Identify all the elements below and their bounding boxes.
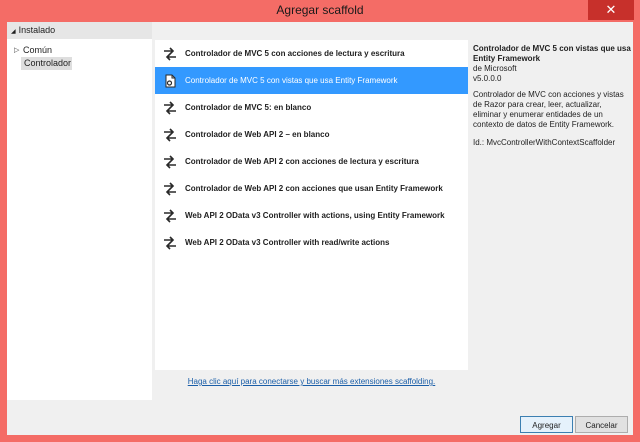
scaffold-list-item[interactable]: Controlador de Web API 2 con acciones qu…: [155, 175, 468, 202]
scaffold-list-item[interactable]: Controlador de MVC 5 con vistas que usa …: [155, 67, 468, 94]
tree-item-label: Controlador: [24, 58, 72, 68]
details-panel: Controlador de MVC 5 con vistas que usa …: [473, 44, 631, 148]
window-title: Agregar scaffold: [276, 3, 364, 17]
expand-arrow-icon[interactable]: ▷: [14, 44, 19, 57]
arrows-icon: [163, 181, 177, 196]
details-title: Controlador de MVC 5 con vistas que usa …: [473, 44, 631, 63]
arrows-icon: [163, 154, 177, 169]
tree-header[interactable]: ◢ Instalado: [7, 22, 152, 39]
arrows-icon: [163, 235, 177, 250]
scaffold-item-label: Controlador de Web API 2 con acciones de…: [185, 157, 419, 166]
tree-item-comun[interactable]: ▷ Común: [7, 44, 152, 57]
title-bar: Agregar scaffold ✕: [0, 0, 640, 22]
scaffold-item-label: Controlador de MVC 5 con acciones de lec…: [185, 49, 405, 58]
arrows-icon: [163, 46, 177, 61]
scaffold-item-label: Controlador de MVC 5 con vistas que usa …: [185, 76, 398, 85]
tree-item-label: Común: [23, 45, 53, 55]
arrows-icon: [163, 100, 177, 115]
scaffold-item-label: Controlador de Web API 2 – en blanco: [185, 130, 330, 139]
document-gear-icon: [163, 74, 177, 88]
scaffold-item-label: Controlador de Web API 2 con acciones qu…: [185, 184, 443, 193]
scaffold-list-item[interactable]: Web API 2 OData v3 Controller with read/…: [155, 229, 468, 256]
collapse-triangle-icon: ◢: [11, 29, 16, 35]
online-extensions-link[interactable]: Haga clic aquí para conectarse y buscar …: [155, 377, 468, 386]
add-button[interactable]: Agregar: [520, 416, 573, 433]
details-id: Id.: MvcControllerWithContextScaffolder: [473, 138, 616, 147]
scaffold-list: Controlador de MVC 5 con acciones de lec…: [155, 40, 468, 370]
details-version: v5.0.0.0: [473, 74, 502, 83]
arrows-icon: [163, 127, 177, 142]
tree-item-controlador[interactable]: Controlador: [21, 57, 72, 70]
details-description: Controlador de MVC con acciones y vistas…: [473, 90, 624, 129]
scaffold-item-label: Web API 2 OData v3 Controller with actio…: [185, 211, 445, 220]
dialog-window: Agregar scaffold ✕ ◢ Instalado ▷ Común Co…: [0, 0, 640, 442]
dialog-client-area: ◢ Instalado ▷ Común Controlador Controlad…: [7, 22, 633, 435]
scaffold-list-item[interactable]: Controlador de Web API 2 – en blanco: [155, 121, 468, 148]
close-button[interactable]: ✕: [588, 0, 634, 20]
scaffold-list-item[interactable]: Web API 2 OData v3 Controller with actio…: [155, 202, 468, 229]
scaffold-list-item[interactable]: Controlador de MVC 5: en blanco: [155, 94, 468, 121]
scaffold-item-label: Controlador de MVC 5: en blanco: [185, 103, 312, 112]
details-author: de Microsoft: [473, 64, 517, 73]
tree-header-label: Instalado: [18, 25, 56, 35]
category-tree: ◢ Instalado ▷ Común Controlador: [7, 22, 152, 400]
cancel-button[interactable]: Cancelar: [575, 416, 628, 433]
scaffold-list-item[interactable]: Controlador de Web API 2 con acciones de…: [155, 148, 468, 175]
arrows-icon: [163, 208, 177, 223]
scaffold-list-item[interactable]: Controlador de MVC 5 con acciones de lec…: [155, 40, 468, 67]
scaffold-item-label: Web API 2 OData v3 Controller with read/…: [185, 238, 390, 247]
